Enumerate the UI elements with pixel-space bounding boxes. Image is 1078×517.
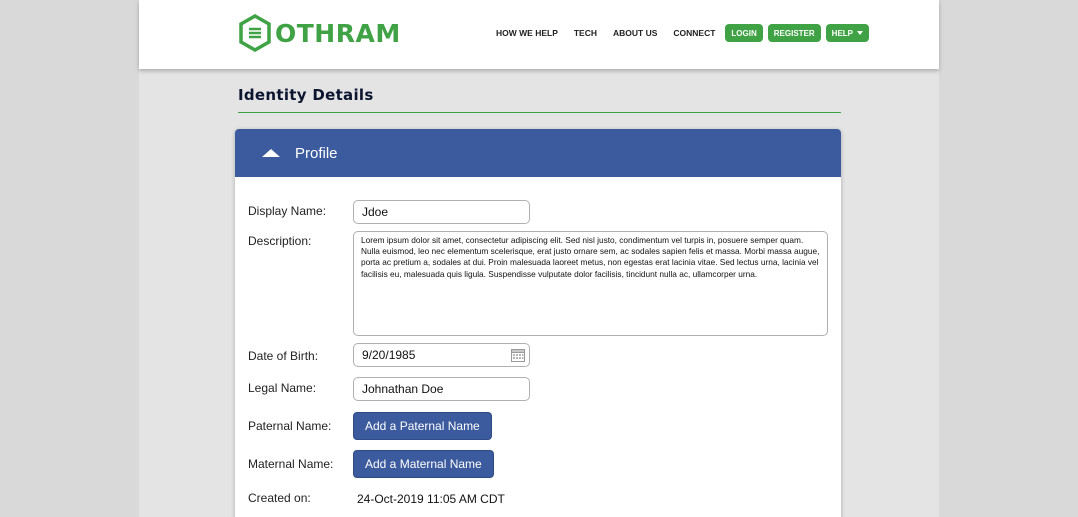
calendar-icon[interactable]: [511, 348, 525, 362]
help-dropdown-button[interactable]: HELP: [825, 24, 870, 42]
date-of-birth-input[interactable]: 9/20/1985: [353, 343, 530, 367]
created-on-label: Created on:: [248, 491, 311, 505]
profile-card: Profile Display Name: Jdoe Description: …: [235, 129, 841, 517]
add-paternal-name-button-label: Add a Paternal Name: [365, 419, 480, 433]
nav-how-we-help[interactable]: HOW WE HELP: [496, 28, 558, 38]
chevron-up-icon: [262, 149, 280, 157]
display-name-value: Jdoe: [362, 205, 389, 219]
page-title: Identity Details: [238, 86, 374, 104]
legal-name-label: Legal Name:: [248, 381, 317, 395]
nav-about-us[interactable]: ABOUT US: [613, 28, 657, 38]
profile-header-toggle[interactable]: Profile: [235, 129, 841, 177]
brand-logo[interactable]: OTHRAM: [238, 13, 401, 53]
caret-down-icon: [857, 31, 864, 35]
add-maternal-name-button-label: Add a Maternal Name: [365, 457, 482, 471]
add-paternal-name-button[interactable]: Add a Paternal Name: [353, 412, 492, 440]
nav-connect[interactable]: CONNECT: [673, 28, 715, 38]
nav-tech[interactable]: TECH: [574, 28, 597, 38]
date-of-birth-label: Date of Birth:: [248, 349, 319, 363]
main-nav: HOW WE HELP TECH ABOUT US CONNECT LOGIN …: [496, 24, 874, 42]
paternal-name-label: Paternal Name:: [248, 419, 332, 433]
description-textarea[interactable]: Lorem ipsum dolor sit amet, consectetur …: [353, 231, 828, 336]
add-maternal-name-button[interactable]: Add a Maternal Name: [353, 450, 494, 478]
title-divider: [238, 112, 841, 113]
date-of-birth-value: 9/20/1985: [362, 348, 416, 362]
maternal-name-label: Maternal Name:: [248, 457, 334, 471]
created-on-value: 24-Oct-2019 11:05 AM CDT: [357, 492, 505, 506]
login-button-label: LOGIN: [731, 28, 757, 38]
legal-name-value: Johnathan Doe: [362, 382, 444, 396]
help-button-label: HELP: [831, 28, 854, 38]
othram-hexagon-logo-icon: [239, 14, 271, 52]
register-button-label: REGISTER: [773, 28, 815, 38]
profile-header-label: Profile: [295, 144, 338, 162]
page: OTHRAM HOW WE HELP TECH ABOUT US CONNECT…: [139, 0, 939, 517]
top-navbar: OTHRAM HOW WE HELP TECH ABOUT US CONNECT…: [139, 0, 939, 69]
brand-name: OTHRAM: [275, 18, 401, 48]
register-button[interactable]: REGISTER: [767, 24, 821, 42]
display-name-label: Display Name:: [248, 204, 327, 218]
login-button[interactable]: LOGIN: [725, 24, 763, 42]
legal-name-input[interactable]: Johnathan Doe: [353, 377, 530, 401]
display-name-input[interactable]: Jdoe: [353, 200, 530, 224]
description-label: Description:: [248, 234, 312, 248]
